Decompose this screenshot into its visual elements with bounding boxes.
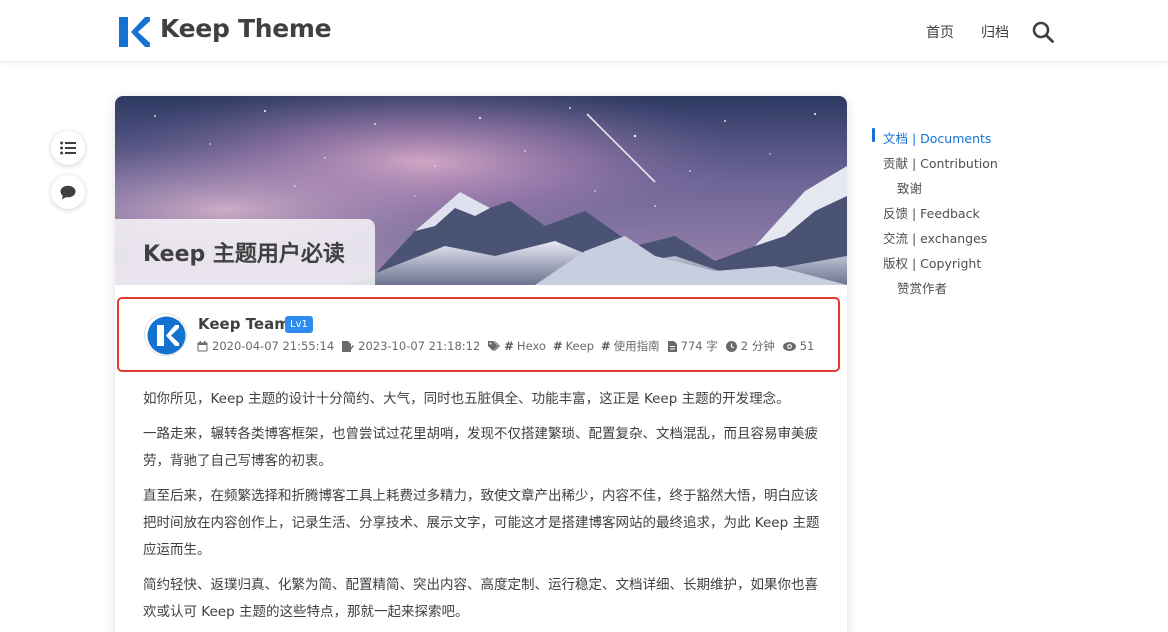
paragraph: 简约轻快、返璞归真、化繁为简、配置精简、突出内容、高度定制、运行稳定、文档详细、… — [143, 577, 818, 620]
search-icon[interactable] — [1031, 20, 1055, 44]
paragraph: 一路走来，辗转各类博客框架，也曾尝试过花里胡哨，发现不仅搭建繁琐、配置复杂、文档… — [143, 426, 818, 469]
eye-icon — [782, 341, 796, 351]
list-icon — [60, 141, 76, 155]
nav-home[interactable]: 首页 — [926, 22, 954, 42]
word-count: 774 字 — [667, 338, 718, 354]
file-edit-icon — [342, 340, 355, 352]
toc-active-indicator — [872, 128, 875, 142]
tags-group: # Hexo # Keep # 使用指南 — [488, 338, 660, 354]
site-name[interactable]: Keep Theme — [160, 14, 332, 43]
calendar-icon — [197, 340, 208, 351]
paragraph: 如你所见，Keep 主题的设计十分简约、大气，同时也五脏俱全、功能丰富，这正是 … — [143, 391, 790, 407]
comment-button[interactable] — [51, 175, 85, 209]
post-title-box: Keep 主题用户必读 — [115, 219, 375, 285]
paragraph: 直至后来，在频繁选择和折腾博客工具上耗费过多精力，致使文章产出稀少，内容不佳，终… — [143, 488, 820, 558]
post-meta-highlight — [117, 297, 840, 372]
toc-item-documents[interactable]: 文档 | Documents — [883, 128, 991, 147]
nav-archive[interactable]: 归档 — [981, 22, 1009, 42]
author-name[interactable]: Keep Team — [198, 315, 290, 333]
author-avatar[interactable] — [144, 313, 187, 356]
tag-link[interactable]: Hexo — [517, 339, 546, 353]
read-time: 2 分钟 — [725, 338, 775, 354]
toc-item-contribution[interactable]: 贡献 | Contribution — [883, 153, 998, 172]
toc-item-donate[interactable]: 赞赏作者 — [897, 278, 947, 297]
keep-avatar-logo — [147, 316, 186, 355]
toc-item-feedback[interactable]: 反馈 | Feedback — [883, 203, 980, 222]
tag-link[interactable]: 使用指南 — [614, 338, 660, 354]
updated-date: 2023-10-07 21:18:12 — [342, 339, 480, 353]
tag-link[interactable]: Keep — [566, 339, 594, 353]
comment-icon — [60, 185, 76, 199]
view-count: 51 — [782, 339, 814, 353]
author-level-badge: Lv1 — [285, 316, 313, 333]
post-content: 如你所见，Keep 主题的设计十分简约、大气，同时也五脏俱全、功能丰富，这正是 … — [143, 386, 823, 632]
toc-item-exchanges[interactable]: 交流 | exchanges — [883, 228, 987, 247]
tags-icon — [488, 340, 501, 351]
toc-item-copyright[interactable]: 版权 | Copyright — [883, 253, 981, 272]
toc-item-thanks[interactable]: 致谢 — [897, 178, 922, 197]
keep-logo[interactable] — [119, 17, 150, 47]
file-word-icon — [667, 340, 677, 352]
site-header: Keep Theme 首页 归档 — [0, 0, 1168, 62]
post-meta-row: 2020-04-07 21:55:14 2023-10-07 21:18:12 … — [197, 338, 822, 354]
post-banner-image: Keep 主题用户必读 — [115, 96, 847, 285]
clock-icon — [725, 340, 737, 352]
post-title: Keep 主题用户必读 — [143, 242, 345, 267]
toc-toggle-button[interactable] — [51, 131, 85, 165]
created-date: 2020-04-07 21:55:14 — [197, 339, 334, 353]
